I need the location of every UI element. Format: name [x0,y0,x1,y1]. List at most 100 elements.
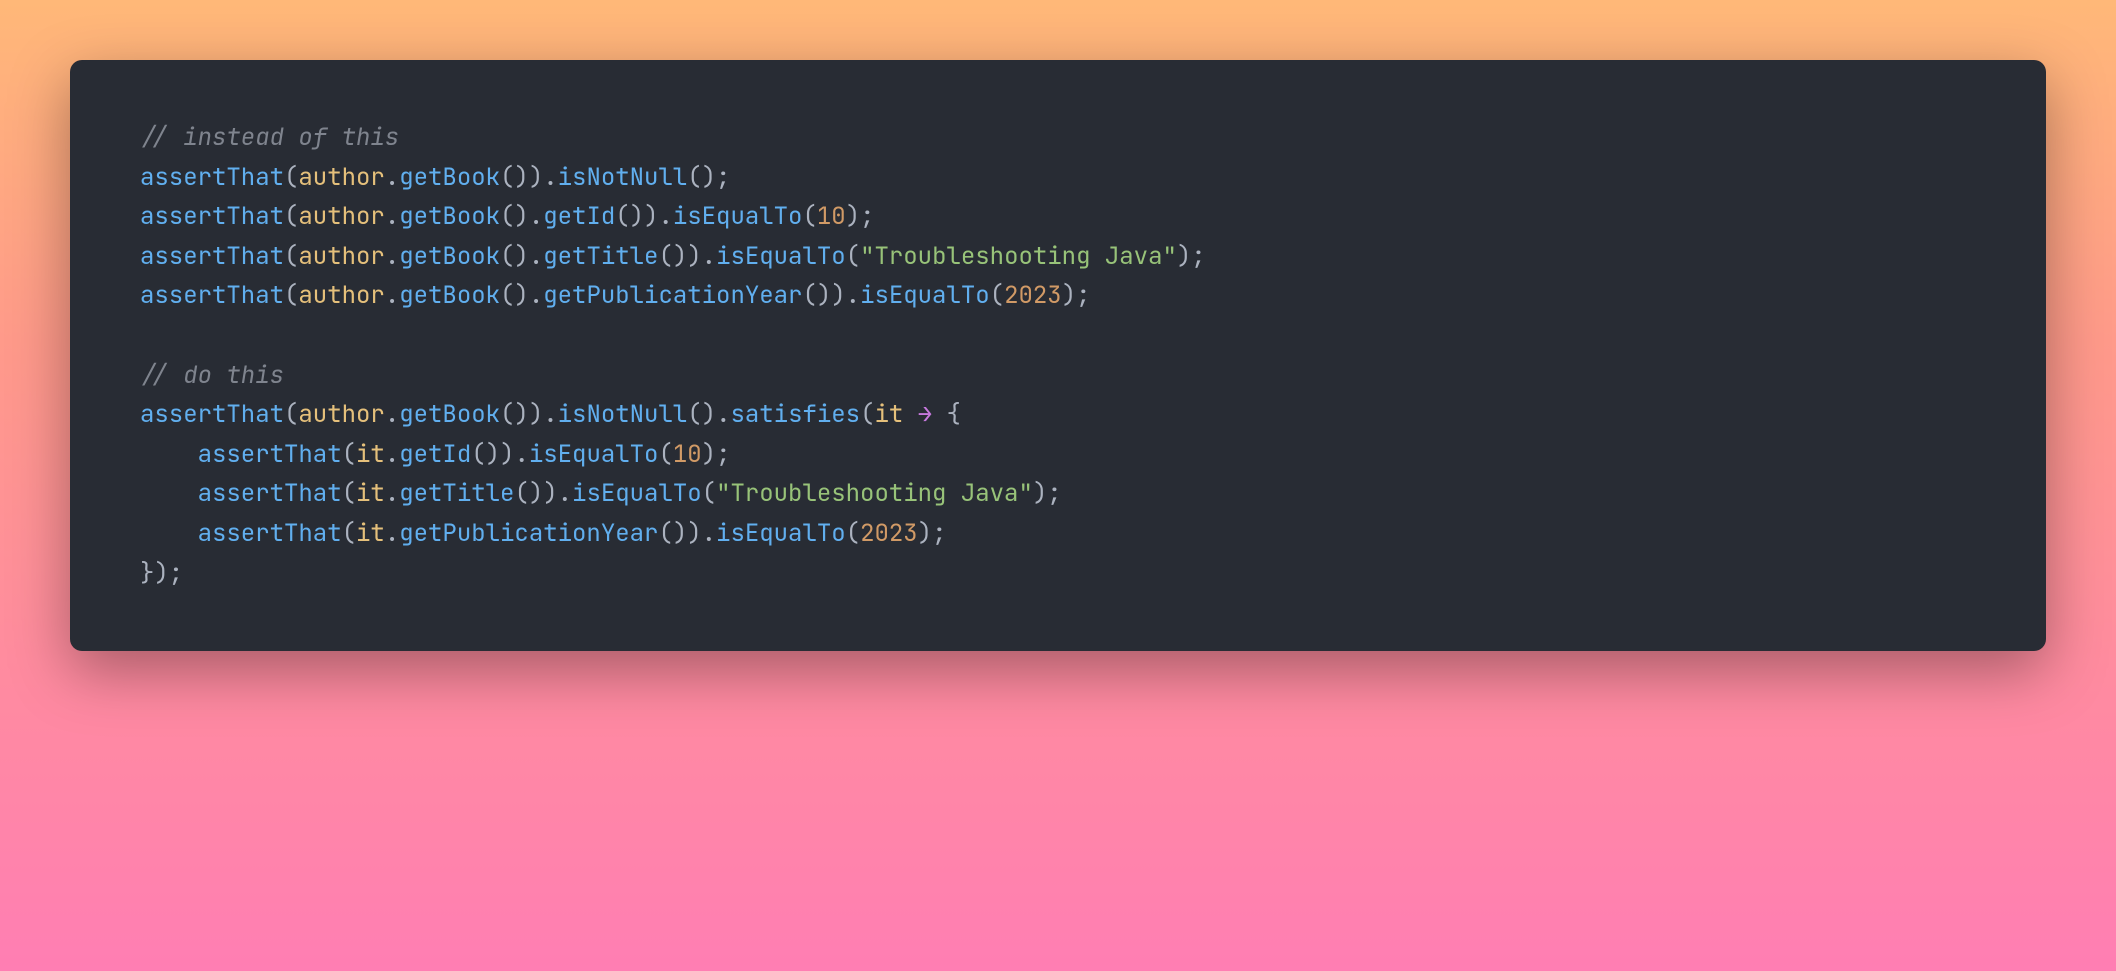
parens: ()) [500,162,543,193]
dot: . [385,241,399,272]
tail: ); [1033,478,1062,509]
id-it: it [356,478,385,509]
fn-assertThat: assertThat [198,439,342,470]
dot: . [702,518,716,549]
id-author: author [298,201,384,232]
dot: . [716,399,730,430]
fn-getBook: getBook [399,280,500,311]
fn-isEqualTo: isEqualTo [673,201,803,232]
fn-getPublicationYear: getPublicationYear [543,280,802,311]
paren-open: ( [342,478,356,509]
parens: () [500,201,529,232]
parens: () [500,280,529,311]
dot: . [702,241,716,272]
dot: . [385,399,399,430]
parens: ()) [658,241,701,272]
paren-open: ( [860,399,874,430]
dot: . [658,201,672,232]
paren-open: ( [284,399,298,430]
id-author: author [298,399,384,430]
paren-open: ( [658,439,672,470]
space [903,399,917,430]
fn-getId: getId [399,439,471,470]
space [932,399,946,430]
fn-assertThat: assertThat [198,478,342,509]
parens: ()) [658,518,701,549]
fn-assertThat: assertThat [140,201,284,232]
parens: ()) [615,201,658,232]
dot: . [529,241,543,272]
id-author: author [298,162,384,193]
dot: . [543,399,557,430]
dot: . [543,162,557,193]
str-title: "Troubleshooting Java" [716,478,1033,509]
code-card: // instead of this assertThat(author.get… [70,60,2046,651]
paren-open: ( [284,241,298,272]
fn-satisfies: satisfies [730,399,860,430]
paren-open: ( [846,241,860,272]
tail: ); [1062,280,1091,311]
dot: . [558,478,572,509]
parens: ()) [514,478,557,509]
dot: . [385,280,399,311]
parens: () [687,399,716,430]
paren-open: ( [990,280,1004,311]
fn-getBook: getBook [399,399,500,430]
id-it: it [356,518,385,549]
num-10: 10 [673,439,702,470]
tail: ); [846,201,875,232]
id-it: it [874,399,903,430]
dot: . [385,439,399,470]
num-10: 10 [817,201,846,232]
id-it: it [356,439,385,470]
fn-isEqualTo: isEqualTo [529,439,659,470]
brace-close: } [140,558,154,589]
fn-getBook: getBook [399,201,500,232]
paren-open: ( [284,162,298,193]
dot: . [385,162,399,193]
str-title: "Troubleshooting Java" [860,241,1177,272]
fn-getBook: getBook [399,241,500,272]
fn-getTitle: getTitle [399,478,514,509]
num-2023: 2023 [1004,280,1062,311]
paren-open: ( [342,439,356,470]
fn-isEqualTo: isEqualTo [572,478,702,509]
fn-isEqualTo: isEqualTo [860,280,990,311]
tail: (); [687,162,730,193]
parens: ()) [471,439,514,470]
parens: () [500,241,529,272]
tail: ); [702,439,731,470]
dot: . [529,280,543,311]
tail: ); [154,558,183,589]
paren-open: ( [846,518,860,549]
code-block: // instead of this assertThat(author.get… [140,118,1976,593]
fn-isEqualTo: isEqualTo [716,241,846,272]
dot: . [385,478,399,509]
fn-isNotNull: isNotNull [558,399,688,430]
fn-getPublicationYear: getPublicationYear [399,518,658,549]
num-2023: 2023 [860,518,918,549]
id-author: author [298,280,384,311]
fn-getId: getId [543,201,615,232]
tail: ); [1177,241,1206,272]
fn-assertThat: assertThat [198,518,342,549]
paren-open: ( [342,518,356,549]
tail: ); [918,518,947,549]
fn-getBook: getBook [399,162,500,193]
comment-do-this: // do this [140,360,284,391]
fn-assertThat: assertThat [140,162,284,193]
dot: . [385,201,399,232]
dot: . [529,201,543,232]
fn-assertThat: assertThat [140,280,284,311]
fn-getTitle: getTitle [543,241,658,272]
dot: . [514,439,528,470]
paren-open: ( [284,201,298,232]
id-author: author [298,241,384,272]
comment-instead: // instead of this [140,122,399,153]
fn-assertThat: assertThat [140,241,284,272]
parens: ()) [802,280,845,311]
arrow-icon: → [918,399,932,430]
fn-assertThat: assertThat [140,399,284,430]
parens: ()) [500,399,543,430]
dot: . [846,280,860,311]
